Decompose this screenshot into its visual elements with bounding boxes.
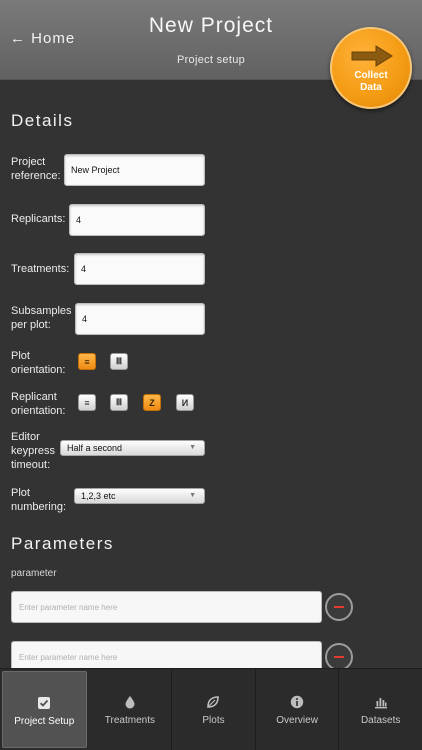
tab-label: Treatments: [104, 715, 155, 726]
treatments-input[interactable]: 4: [74, 253, 205, 285]
columns-icon: Ⅲ: [115, 397, 123, 407]
plot-numbering-select[interactable]: 1,2,3 etc ▼: [74, 488, 205, 504]
plot-orientation-rows-button[interactable]: ≡: [78, 353, 96, 370]
tab-label: Project Setup: [14, 716, 75, 727]
plot-orientation-columns-button[interactable]: Ⅲ: [110, 353, 128, 370]
z-pattern-icon: Z: [149, 397, 155, 408]
arrow-right-icon: [351, 45, 393, 67]
tab-plots[interactable]: Plots: [172, 669, 256, 750]
replicant-orientation-label: Replicant orientation:: [11, 391, 66, 417]
project-reference-label: Project reference:: [11, 156, 61, 182]
treatments-label: Treatments:: [11, 263, 70, 275]
plot-numbering-value: 1,2,3 etc: [81, 491, 116, 501]
remove-parameter-button[interactable]: [325, 593, 353, 621]
parameter-column-label: parameter: [11, 568, 57, 579]
collect-data-button[interactable]: Collect Data: [330, 27, 412, 109]
bar-chart-icon: [374, 698, 387, 709]
info-icon: [290, 695, 304, 709]
tab-datasets[interactable]: Datasets: [339, 669, 422, 750]
columns-icon: Ⅲ: [115, 356, 123, 366]
collect-data-label: Collect Data: [354, 70, 388, 93]
chevron-down-icon: ▼: [189, 492, 196, 499]
replicants-label: Replicants:: [11, 213, 66, 225]
minus-icon: [334, 606, 344, 608]
chevron-down-icon: ▼: [189, 444, 196, 451]
editor-timeout-value: Half a second: [67, 443, 123, 453]
tab-overview[interactable]: Overview: [256, 669, 340, 750]
replicant-orientation-n-button[interactable]: И: [176, 394, 194, 411]
droplet-icon: [125, 696, 135, 709]
tab-label: Plots: [202, 715, 225, 726]
parameters-heading: Parameters: [11, 534, 114, 553]
editor-timeout-select[interactable]: Half a second ▼: [60, 440, 205, 456]
checkbox-icon: [38, 697, 51, 709]
rows-icon: ≡: [84, 356, 90, 367]
tab-treatments[interactable]: Treatments: [89, 669, 173, 750]
replicant-orientation-z-button[interactable]: Z: [143, 394, 161, 411]
replicants-input[interactable]: 4: [69, 204, 205, 236]
remove-parameter-button[interactable]: [325, 643, 353, 671]
tab-label: Datasets: [360, 715, 401, 726]
project-reference-input[interactable]: New Project: [64, 154, 205, 186]
tab-project-setup[interactable]: Project Setup: [2, 671, 87, 748]
bottom-tab-bar: Project Setup Treatments Plots Overview …: [0, 668, 422, 750]
plot-numbering-label: Plot numbering:: [11, 487, 67, 513]
plot-orientation-label: Plot orientation:: [11, 350, 66, 376]
replicant-orientation-columns-button[interactable]: Ⅲ: [110, 394, 128, 411]
rows-icon: ≡: [84, 397, 90, 408]
parameter-name-input[interactable]: Enter parameter name here: [11, 591, 322, 623]
tab-label: Overview: [276, 715, 318, 726]
replicant-orientation-rows-button[interactable]: ≡: [78, 394, 96, 411]
minus-icon: [334, 656, 344, 658]
subsamples-label: Subsamples per plot:: [11, 305, 72, 331]
subsamples-input[interactable]: 4: [75, 303, 205, 335]
editor-timeout-label: Editor keypress timeout:: [11, 431, 56, 471]
details-heading: Details: [11, 111, 74, 130]
n-pattern-icon: И: [181, 397, 189, 408]
leaf-icon: [207, 696, 220, 708]
